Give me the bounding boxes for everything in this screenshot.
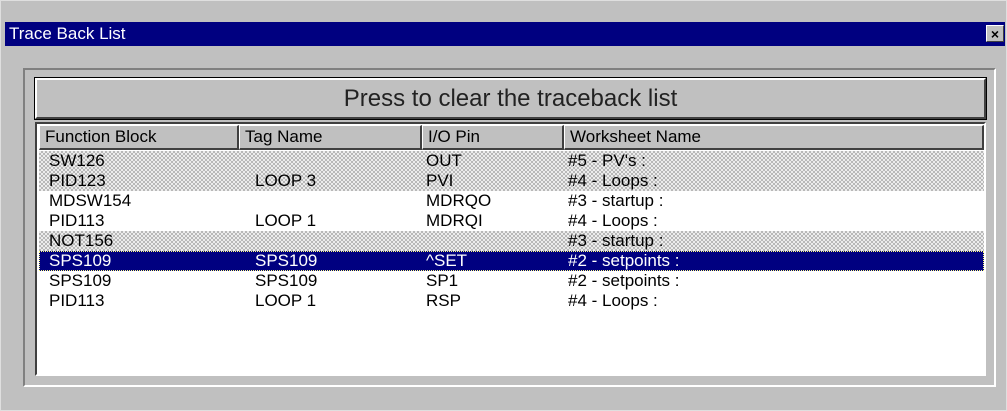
function-block-cell: NOT156 <box>49 231 114 250</box>
column-header-io-pin[interactable]: I/O Pin <box>422 125 564 150</box>
table-row[interactable]: PID113 LOOP 1 MDRQI #4 - Loops : <box>39 211 984 231</box>
function-block-cell: SPS109 <box>49 271 112 290</box>
column-header-tag-name[interactable]: Tag Name <box>239 125 422 150</box>
io-pin-cell: OUT <box>426 151 462 170</box>
io-pin-cell: SP1 <box>426 271 459 290</box>
worksheet-name-cell: #5 - PV's : <box>568 151 646 170</box>
function-block-cell: SPS109 <box>49 251 112 270</box>
worksheet-name-cell: #2 - setpoints : <box>568 271 680 290</box>
column-header-function-block[interactable]: Function Block <box>39 125 239 150</box>
function-block-cell: PID123 <box>49 171 106 190</box>
worksheet-name-cell: #4 - Loops : <box>568 291 658 310</box>
table-row[interactable]: SW126 OUT #5 - PV's : <box>39 151 984 171</box>
tag-name-cell: LOOP 1 <box>255 211 317 230</box>
table-row[interactable]: PID123 LOOP 3 PVI #4 - Loops : <box>39 171 984 191</box>
function-block-cell: PID113 <box>49 291 105 310</box>
function-block-cell: SW126 <box>49 151 105 170</box>
function-block-cell: MDSW154 <box>49 191 132 210</box>
table-row[interactable]: MDSW154 MDRQO #3 - startup : <box>39 191 984 211</box>
list-header: Function Block Tag Name I/O Pin Workshee… <box>39 125 984 150</box>
tag-name-cell: LOOP 1 <box>255 291 317 310</box>
worksheet-name-cell: #4 - Loops : <box>568 171 658 190</box>
column-header-worksheet-name[interactable]: Worksheet Name <box>564 125 984 150</box>
table-row[interactable]: SPS109 SPS109 SP1 #2 - setpoints : <box>39 271 984 291</box>
io-pin-cell: ^SET <box>426 251 468 270</box>
list-rows: SW126 OUT #5 - PV's : PID123 LOOP 3 PVI #4 - L… <box>39 151 984 311</box>
trace-back-list-window: Trace Back List × Press to clear the tra… <box>0 0 1007 411</box>
function-block-cell: PID113 <box>49 211 105 230</box>
tag-name-cell: SPS109 <box>255 251 318 270</box>
traceback-list[interactable]: Function Block Tag Name I/O Pin Workshee… <box>35 122 986 376</box>
close-icon: × <box>990 26 1000 42</box>
title-bar[interactable]: Trace Back List × <box>5 22 1005 46</box>
close-button[interactable]: × <box>986 25 1004 42</box>
io-pin-cell: MDRQO <box>426 191 492 210</box>
worksheet-name-cell: #3 - startup : <box>568 231 664 250</box>
tag-name-cell: LOOP 3 <box>255 171 317 190</box>
worksheet-name-cell: #4 - Loops : <box>568 211 658 230</box>
worksheet-name-cell: #2 - setpoints : <box>568 251 680 270</box>
table-row[interactable]: NOT156 #3 - startup : <box>39 231 984 251</box>
io-pin-cell: MDRQI <box>426 211 483 230</box>
clear-traceback-button[interactable]: Press to clear the traceback list <box>34 77 987 120</box>
io-pin-cell: RSP <box>426 291 461 310</box>
tag-name-cell: SPS109 <box>255 271 318 290</box>
table-row-selected[interactable]: SPS109 SPS109 ^SET #2 - setpoints : <box>39 251 984 271</box>
window-title: Trace Back List <box>9 24 126 43</box>
io-pin-cell: PVI <box>426 171 454 190</box>
table-row[interactable]: PID113 LOOP 1 RSP #4 - Loops : <box>39 291 984 311</box>
worksheet-name-cell: #3 - startup : <box>568 191 664 210</box>
